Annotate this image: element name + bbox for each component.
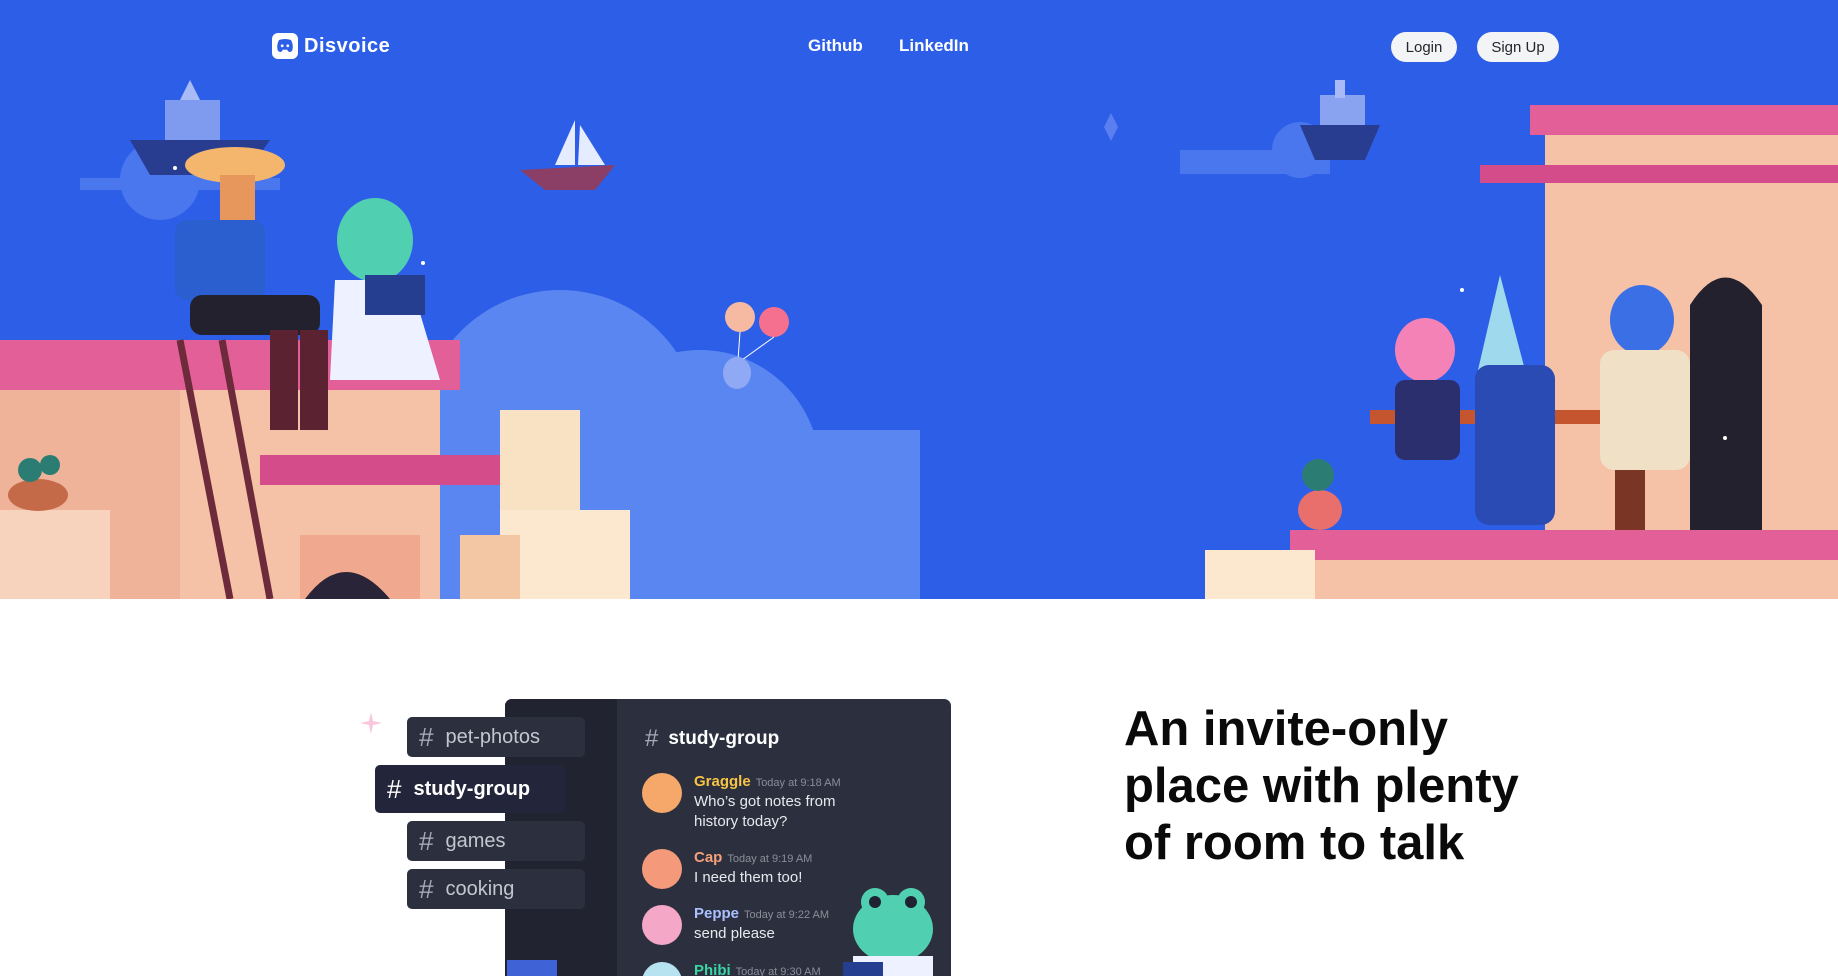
chat-message: Peppe Today at 9:22 AM send please — [642, 905, 829, 945]
hash-icon: # — [419, 825, 434, 856]
avatar — [642, 773, 682, 813]
chat-message: Cap Today at 9:19 AM I need them too! — [642, 849, 812, 889]
channel-item-cooking[interactable]: # cooking — [407, 869, 585, 909]
signup-button[interactable]: Sign Up — [1477, 32, 1559, 62]
message-text: Who’s got notes from history today? — [694, 793, 836, 830]
book-illustration — [507, 960, 557, 976]
message-time: Today at 9:30 AM — [735, 966, 821, 976]
channel-label: pet-photos — [445, 725, 540, 748]
channel-item-pet-photos[interactable]: # pet-photos — [407, 717, 585, 757]
section-headline: An invite-only place with plenty of room… — [1124, 702, 1519, 870]
channel-label: cooking — [445, 877, 515, 900]
mockup-channel-title: study-group — [668, 728, 780, 749]
flying-ship — [520, 120, 615, 190]
message-text: I need them too! — [694, 869, 803, 886]
channel-label: study-group — [413, 777, 531, 800]
frog-mascot-illustration — [843, 888, 933, 976]
hero-banner: Disvoice Github LinkedIn Login Sign Up — [0, 0, 1838, 599]
hash-icon: # — [645, 725, 659, 752]
channel-item-study-group[interactable]: # study-group — [375, 765, 566, 813]
discord-logo-icon — [272, 33, 298, 59]
top-navbar: Disvoice Github LinkedIn Login Sign Up — [0, 0, 1838, 94]
hash-icon: # — [419, 721, 434, 752]
hash-icon: # — [419, 873, 434, 904]
message-time: Today at 9:19 AM — [727, 853, 813, 865]
brand-logo[interactable]: Disvoice — [272, 33, 390, 59]
frog-character — [330, 198, 440, 380]
message-time: Today at 9:22 AM — [744, 909, 830, 921]
chat-message: Phibi Today at 9:30 AM — [642, 962, 821, 976]
message-author: Peppe — [694, 905, 740, 922]
linkedin-link[interactable]: LinkedIn — [899, 36, 969, 56]
login-button[interactable]: Login — [1391, 32, 1457, 62]
brand-name: Disvoice — [304, 34, 391, 57]
github-link[interactable]: Github — [808, 36, 863, 56]
message-author: Cap — [694, 849, 723, 866]
mockup-channel-header: # study-group — [645, 725, 779, 753]
hash-icon: # — [387, 773, 402, 804]
message-time: Today at 9:18 AM — [755, 777, 841, 789]
avatar — [642, 962, 682, 976]
channel-item-games[interactable]: # games — [407, 821, 585, 861]
avatar — [642, 849, 682, 889]
message-text: send please — [694, 925, 775, 942]
channel-label: games — [445, 829, 506, 852]
message-author: Phibi — [694, 962, 731, 976]
chat-message: Graggle Today at 9:18 AM Who’s got notes… — [642, 773, 854, 832]
message-author: Graggle — [694, 773, 751, 790]
sparkle-icon — [360, 712, 382, 734]
avatar — [642, 905, 682, 945]
